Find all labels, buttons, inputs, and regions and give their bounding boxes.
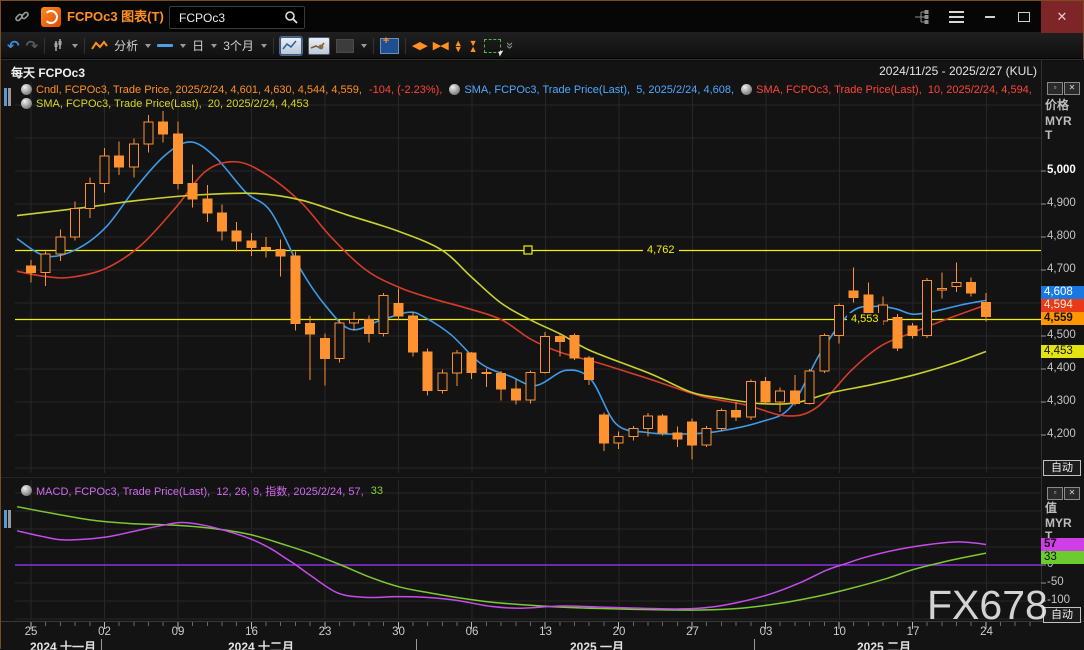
legend-sma10: SMA, FCPOc3, Trade Price(Last), 10, 2025… — [756, 84, 1032, 96]
x-axis-month-separator — [754, 639, 755, 650]
macd-auto-scale-button[interactable]: 自动 — [1043, 607, 1081, 623]
x-axis-month-label: 2024 十二月 — [228, 638, 294, 650]
pane-title: 每天 FCPOc3 — [11, 64, 85, 81]
x-axis-week-label: 17 — [907, 626, 920, 638]
search-box — [169, 6, 305, 29]
menu-icon[interactable] — [939, 1, 973, 33]
pane-handle[interactable] — [8, 88, 11, 106]
visibility-icon[interactable] — [21, 84, 32, 95]
x-axis-month-label: 2025 一月 — [570, 638, 624, 650]
analysis-zigzag-icon — [91, 40, 108, 51]
x-axis-week-label: 24 — [980, 626, 993, 638]
x-axis-week-label: 16 — [245, 626, 258, 638]
pane-close-icon[interactable]: ✕ — [1064, 487, 1080, 500]
macd-axis-badge: 57 — [1041, 538, 1084, 551]
legend-macd-hist: 33 — [371, 485, 383, 497]
linker-tree-icon[interactable] — [905, 1, 939, 33]
toolbar: ↶ ↷ 分析 日 3个月 + ◀▶ ▶◀ ▲▼ ▼▲ » — [1, 33, 1083, 59]
x-axis-week-label: 27 — [686, 626, 699, 638]
chart-area: 每天 FCPOc3 2024/11/25 - 2025/2/27 (KUL) C… — [1, 59, 1084, 650]
search-input[interactable] — [170, 10, 284, 26]
visibility-icon[interactable] — [21, 98, 32, 109]
legend-sma5: SMA, FCPOc3, Trade Price(Last), 5, 2025/… — [464, 84, 737, 96]
x-axis-month-separator — [416, 639, 417, 650]
add-pane-icon[interactable]: + — [380, 38, 399, 54]
zoom-select-icon[interactable] — [484, 39, 501, 53]
visibility-icon[interactable] — [449, 84, 460, 95]
price-chart-canvas[interactable] — [1, 60, 1084, 650]
x-axis-week-label: 13 — [539, 626, 552, 638]
analysis-button[interactable]: 分析 — [114, 37, 138, 54]
hline-price-label[interactable]: 4,553 — [847, 313, 883, 326]
line-style-icon[interactable] — [157, 44, 173, 47]
chart-style-icon[interactable] — [280, 37, 302, 55]
legend-macd: MACD, FCPOc3, Trade Price(Last), 12, 26,… — [36, 483, 367, 499]
x-axis-week-label: 09 — [172, 626, 185, 638]
x-axis-month-label: 2024 十一月 — [30, 638, 96, 650]
macd-axis-tick-label: -50 — [1047, 575, 1064, 590]
x-axis-week-label: 20 — [613, 626, 626, 638]
macd-legend-row: MACD, FCPOc3, Trade Price(Last), 12, 26,… — [21, 484, 383, 497]
more-tools-icon[interactable]: » — [503, 42, 518, 49]
expand-vertical-icon[interactable]: ▲▼ — [454, 40, 463, 52]
date-range-label: 2024/11/25 - 2025/2/27 (KUL) — [879, 64, 1037, 78]
search-icon[interactable] — [284, 10, 299, 25]
x-axis-week-label: 30 — [392, 626, 405, 638]
visibility-icon[interactable] — [21, 485, 32, 496]
maximize-button[interactable] — [1007, 1, 1041, 33]
price-legend-row-2: SMA, FCPOc3, Trade Price(Last), 20, 2025… — [21, 97, 309, 110]
expand-horizontal-icon[interactable]: ◀▶ — [412, 39, 427, 52]
redo-icon[interactable]: ↷ — [26, 37, 39, 55]
app-icon — [41, 7, 61, 27]
x-axis-month-label: 2025 二月 — [857, 638, 911, 650]
title-bar: FCPOc3 图表(T) ✕ — [1, 1, 1083, 33]
annotate-icon[interactable] — [308, 37, 330, 55]
app-window: FCPOc3 图表(T) ✕ ↶ ↷ — [0, 0, 1084, 649]
legend-sma20: SMA, FCPOc3, Trade Price(Last), 20, 2025… — [36, 98, 309, 110]
minimize-button[interactable] — [973, 1, 1007, 33]
pointer-tool-icon[interactable] — [51, 38, 65, 53]
x-axis-week-label: 10 — [833, 626, 846, 638]
pane-handle[interactable] — [4, 88, 7, 106]
pane-handle[interactable] — [8, 510, 11, 528]
x-axis-week-label: 25 — [25, 626, 38, 638]
collapse-vertical-icon[interactable]: ▼▲ — [469, 40, 478, 52]
x-axis-week-label: 06 — [466, 626, 479, 638]
hline-price-label[interactable]: 4,762 — [643, 244, 679, 257]
macd-axis-label: 值 — [1045, 501, 1057, 515]
interval-select[interactable]: 日 — [192, 37, 204, 54]
legend-change: -104, (-2.23%), — [369, 84, 445, 96]
pane-restore-icon[interactable]: ▫ — [1047, 487, 1063, 500]
price-legend-row-1: Cndl, FCPOc3, Trade Price, 2025/2/24, 4,… — [21, 83, 1032, 96]
macd-axis-currency: MYR — [1045, 516, 1072, 530]
collapse-horizontal-icon[interactable]: ▶◀ — [433, 39, 448, 52]
layout-icon — [336, 39, 354, 53]
x-axis-week-label: 23 — [319, 626, 332, 638]
x-axis-week-label: 02 — [98, 626, 111, 638]
macd-axis-badge: 33 — [1041, 551, 1084, 564]
legend-candle: Cndl, FCPOc3, Trade Price, 2025/2/24, 4,… — [36, 84, 365, 96]
link-icon[interactable] — [9, 1, 35, 33]
window-title: FCPOc3 图表(T) — [67, 1, 164, 33]
range-select[interactable]: 3个月 — [223, 37, 254, 54]
x-axis-month-separator — [101, 639, 102, 650]
macd-axis: ▫ ✕ 值 MYR T 自动 0-50-1005733 — [1041, 60, 1084, 650]
undo-icon[interactable]: ↶ — [7, 37, 20, 55]
macd-axis-tick-label: -100 — [1047, 593, 1070, 608]
x-axis-week-label: 03 — [760, 626, 773, 638]
pane-handle[interactable] — [4, 510, 7, 528]
close-button[interactable]: ✕ — [1041, 1, 1083, 33]
visibility-icon[interactable] — [741, 84, 752, 95]
